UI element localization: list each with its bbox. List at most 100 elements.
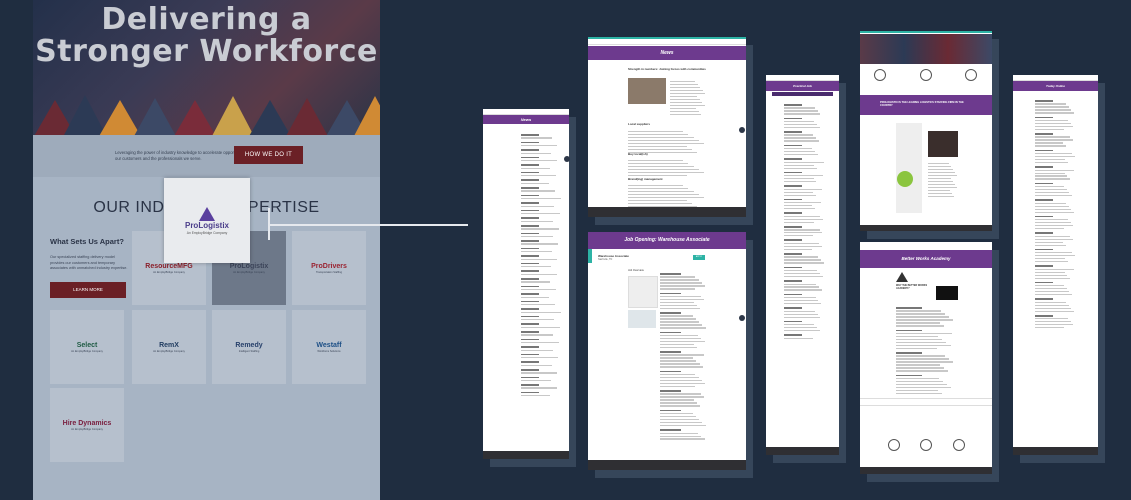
text-line: [928, 180, 953, 182]
text-line: [660, 360, 697, 362]
text-line: [784, 198, 802, 201]
text-line: [784, 117, 802, 120]
text-line: [670, 83, 698, 85]
text-line: [660, 370, 681, 373]
text-line: [628, 133, 689, 135]
text-line: [521, 255, 539, 257]
text-line: [521, 300, 539, 303]
text-line: [660, 393, 701, 395]
text-line: [1035, 109, 1072, 111]
text-line: [784, 293, 802, 296]
text-line: [1035, 321, 1071, 323]
text-line: [660, 415, 696, 418]
text-line: [521, 220, 554, 222]
text-line: [660, 421, 703, 424]
academy-logo-icon: [896, 272, 908, 282]
brand-name: Hire Dynamics: [62, 419, 112, 427]
text-line: [928, 195, 955, 197]
text-line: [628, 165, 694, 167]
text-line: [660, 298, 705, 301]
text-line: [521, 179, 539, 182]
text-line: [521, 326, 560, 329]
brand-name: ResourceMFG: [145, 262, 193, 270]
text-line: [660, 282, 702, 284]
carousel-next-icon[interactable]: [739, 127, 745, 133]
text-line: [784, 123, 817, 126]
text-line: [896, 332, 952, 335]
text-line: [784, 272, 820, 275]
brand-sub: An EmployBridge Company: [153, 349, 185, 353]
text-line: [896, 313, 945, 315]
text-line: [521, 346, 539, 348]
text-line: [521, 137, 552, 139]
news-article-banner: News: [588, 46, 746, 60]
text-line: [521, 277, 539, 280]
today-banner: Today Online: [1013, 81, 1098, 91]
carousel-next-icon[interactable]: [739, 315, 745, 321]
text-line: [521, 187, 539, 189]
text-line: [896, 377, 939, 380]
brand-mgmt-heading: Brand(ing) management: [628, 177, 663, 181]
text-line: [784, 313, 818, 315]
local-suppliers-heading: Local suppliers: [628, 122, 651, 126]
brand-tile-select[interactable]: Select An EmployBridge Company: [50, 310, 124, 384]
text-line: [1035, 324, 1074, 326]
text-line: [1035, 327, 1065, 329]
text-line: [521, 368, 539, 371]
text-line: [521, 331, 539, 333]
text-line: [1035, 274, 1068, 276]
text-line: [928, 177, 951, 179]
text-line: [896, 329, 923, 332]
prologistix-hover-card[interactable]: ProLogistix An EmployBridge Company: [164, 178, 250, 263]
text-line: [784, 148, 813, 150]
brand-tile-westaff[interactable]: Westaff Workforce Solutions: [292, 310, 366, 384]
text-line: [660, 357, 694, 359]
brand-tile-hire-dynamics[interactable]: Hire Dynamics An EmployBridge Company: [50, 388, 124, 462]
text-line: [784, 242, 819, 245]
text-line: [660, 382, 706, 385]
text-line: [896, 338, 943, 341]
carousel-next-icon[interactable]: [564, 156, 570, 162]
text-line: [660, 312, 681, 314]
text-line: [928, 186, 957, 188]
news-article-page-thumbnail[interactable]: News Strength in numbers: Joining forces…: [588, 37, 746, 217]
text-line: [660, 307, 701, 310]
home-page-thumbnail[interactable]: PROLOGISTIX IS THE LEADING LOGISTICS STA…: [860, 31, 992, 231]
text-line: [660, 432, 699, 434]
text-line: [784, 337, 814, 339]
job-opening-page-thumbnail[interactable]: Job Opening: Warehouse Associate Warehou…: [588, 232, 746, 470]
text-line: [521, 395, 551, 397]
job-map: [628, 310, 656, 328]
how-we-do-it-button[interactable]: HOW WE DO IT: [234, 146, 303, 164]
academy-banner: Better Works Academy: [860, 250, 992, 268]
text-line: [628, 196, 705, 198]
text-line: [660, 413, 693, 415]
news-list-page-thumbnail[interactable]: News: [483, 109, 569, 459]
text-line: [660, 435, 702, 437]
text-line: [670, 80, 696, 82]
text-line: [896, 361, 954, 363]
text-line: [1035, 112, 1075, 114]
text-line: [1035, 175, 1068, 177]
academy-page-thumbnail[interactable]: Better Works Academy WHY THE BETTER WORK…: [860, 242, 992, 474]
today-page-thumbnail[interactable]: Today Online: [1013, 75, 1098, 455]
brand-sub: An EmployBridge Company: [153, 270, 185, 274]
text-line: [896, 347, 938, 349]
text-line: [1035, 225, 1074, 227]
text-line: [1035, 248, 1053, 251]
text-line: [784, 320, 802, 323]
learn-more-button[interactable]: LEARN MORE: [50, 282, 126, 298]
text-line: [521, 311, 561, 313]
text-line: [784, 107, 815, 109]
brand-tile-remx[interactable]: RemX An EmployBridge Company: [132, 310, 206, 384]
text-line: [521, 304, 555, 306]
text-line: [784, 232, 823, 234]
brand-tile-prodrivers[interactable]: ProDrivers Transportation Staffing: [292, 231, 366, 305]
brand-tile-remedy[interactable]: Remedy Intelligent Staffing: [212, 310, 286, 384]
apply-button[interactable]: APPLY: [693, 255, 705, 260]
text-line: [784, 202, 822, 204]
job-listing-page-thumbnail[interactable]: Practical Job: [766, 75, 839, 455]
text-line: [521, 293, 539, 295]
text-line: [670, 86, 701, 88]
text-line: [521, 167, 551, 169]
